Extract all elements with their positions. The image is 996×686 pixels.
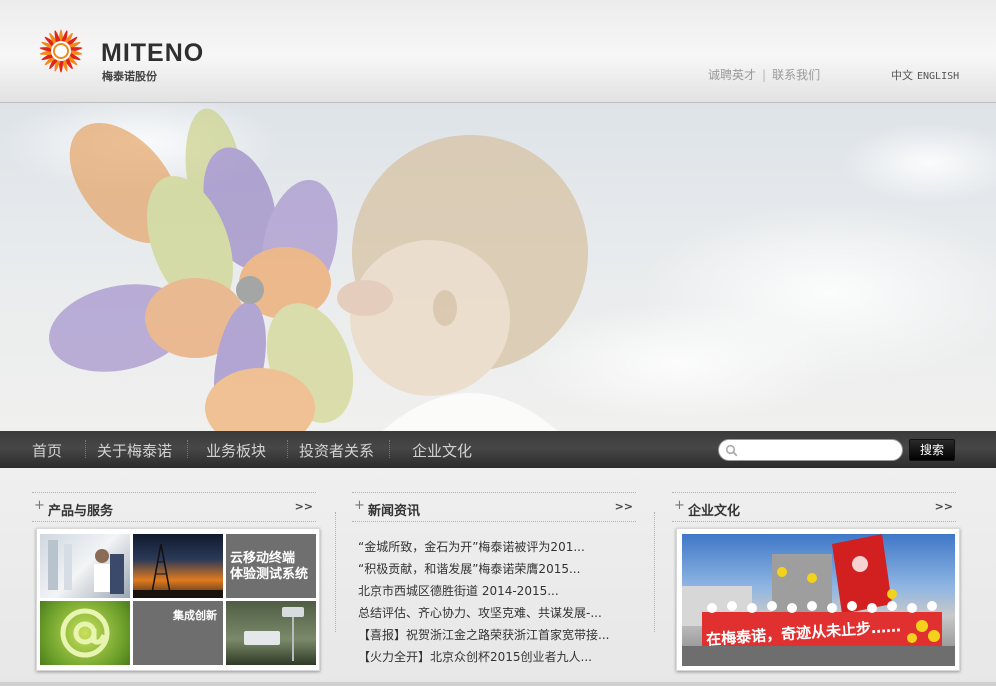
- column-divider: [654, 512, 655, 632]
- tile-cloud-terminal[interactable]: 云移动终端 体验测试系统: [226, 534, 316, 598]
- logo-text-en: MITENO: [101, 39, 205, 67]
- pinwheel: [49, 108, 354, 431]
- tile-tower-photo[interactable]: [133, 534, 223, 598]
- news-panel-title: 新闻资讯: [368, 504, 421, 519]
- tile-cloud-line2: 体验测试系统: [230, 567, 309, 582]
- news-item[interactable]: “积极贡献，和谐发展”梅泰诺荣膺2015...: [358, 558, 609, 580]
- sun-logo-icon: [39, 29, 83, 73]
- news-item[interactable]: 【火力全开】北京众创杯2015创业者九人...: [358, 646, 609, 668]
- at-sign-icon: [60, 608, 110, 658]
- news-more-link[interactable]: >>: [615, 500, 633, 513]
- tile-integration[interactable]: 集成创新: [133, 601, 223, 665]
- search-icon: [725, 444, 738, 457]
- top-link-separator: |: [762, 68, 767, 82]
- nav-item-about[interactable]: 关于梅泰诺: [97, 440, 172, 461]
- nav-separator: [389, 440, 390, 458]
- products-panel-header: + 产品与服务 >>: [32, 492, 316, 522]
- site-header: MITENO 梅泰诺股份 诚聘英才 | 联系我们 中文 ENGLISH: [0, 0, 996, 103]
- news-item[interactable]: 总结评估、齐心协力、攻坚克难、共谋发展-...: [358, 602, 609, 624]
- hero-banner: [0, 103, 996, 431]
- company-logo[interactable]: MITENO 梅泰诺股份: [28, 18, 238, 88]
- news-item[interactable]: 北京市西城区德胜街道 2014-2015...: [358, 580, 609, 602]
- device-image: [244, 607, 304, 661]
- column-divider: [335, 512, 336, 632]
- nav-item-investors[interactable]: 投资者关系: [299, 440, 374, 461]
- culture-panel-header: + 企业文化 >>: [672, 492, 956, 522]
- tile-device-photo[interactable]: [226, 601, 316, 665]
- footer-bar: [0, 682, 996, 686]
- nav-item-home[interactable]: 首页: [32, 440, 62, 461]
- plus-icon: +: [354, 498, 365, 513]
- tile-internet-photo[interactable]: [40, 601, 130, 665]
- culture-panel-title: 企业文化: [688, 504, 741, 519]
- news-list: “金城所致，金石为开”梅泰诺被评为201... “积极贡献，和谐发展”梅泰诺荣膺…: [358, 536, 609, 668]
- careers-link[interactable]: 诚聘英才: [708, 68, 756, 82]
- search-input[interactable]: [743, 442, 893, 458]
- culture-photo-frame[interactable]: 在梅泰诺，奇迹从未止步……: [676, 528, 960, 671]
- nav-separator: [187, 440, 188, 458]
- logo-text-cn: 梅泰诺股份: [102, 70, 157, 83]
- contact-link[interactable]: 联系我们: [772, 68, 820, 82]
- products-panel: + 产品与服务 >> 云移动终端 体验测试系统 集成创新: [32, 492, 320, 682]
- products-more-link[interactable]: >>: [295, 500, 313, 513]
- lang-english-link[interactable]: ENGLISH: [917, 71, 959, 82]
- culture-panel: + 企业文化 >> 在梅泰诺，奇迹从未止步……: [672, 492, 960, 682]
- news-item[interactable]: 【喜报】祝贺浙江金之路荣获浙江首家宽带接...: [358, 624, 609, 646]
- main-nav: 首页 关于梅泰诺 业务板块 投资者关系 企业文化 搜索: [0, 431, 996, 468]
- news-panel-header: + 新闻资讯 >>: [352, 492, 636, 522]
- news-panel: + 新闻资讯 >> “金城所致，金石为开”梅泰诺被评为201... “积极贡献，…: [352, 492, 636, 682]
- lang-chinese-link[interactable]: 中文: [891, 69, 913, 82]
- nav-item-culture[interactable]: 企业文化: [412, 440, 472, 461]
- tower-image: [133, 543, 223, 598]
- products-photo-frame: 云移动终端 体验测试系统 集成创新: [36, 528, 320, 671]
- products-panel-title: 产品与服务: [48, 504, 114, 519]
- tile-cloud-line1: 云移动终端: [230, 551, 296, 566]
- culture-more-link[interactable]: >>: [935, 500, 953, 513]
- lab-image: [48, 540, 124, 594]
- top-links: 诚聘英才 | 联系我们: [708, 66, 820, 83]
- plus-icon: +: [674, 498, 685, 513]
- nav-item-business[interactable]: 业务板块: [206, 440, 266, 461]
- search-button[interactable]: 搜索: [909, 439, 955, 461]
- news-item[interactable]: “金城所致，金石为开”梅泰诺被评为201...: [358, 536, 609, 558]
- language-switcher: 中文 ENGLISH: [891, 67, 959, 83]
- search-field[interactable]: [718, 439, 903, 461]
- tile-integration-label: 集成创新: [173, 609, 217, 622]
- plus-icon: +: [34, 498, 45, 513]
- nav-separator: [85, 440, 86, 458]
- team-photo[interactable]: 在梅泰诺，奇迹从未止步……: [682, 534, 955, 666]
- tile-lab-photo[interactable]: [40, 534, 130, 598]
- nav-separator: [287, 440, 288, 458]
- hero-illustration: [0, 103, 996, 431]
- content-area: + 产品与服务 >> 云移动终端 体验测试系统 集成创新 + 新闻资讯 >> “…: [0, 468, 996, 686]
